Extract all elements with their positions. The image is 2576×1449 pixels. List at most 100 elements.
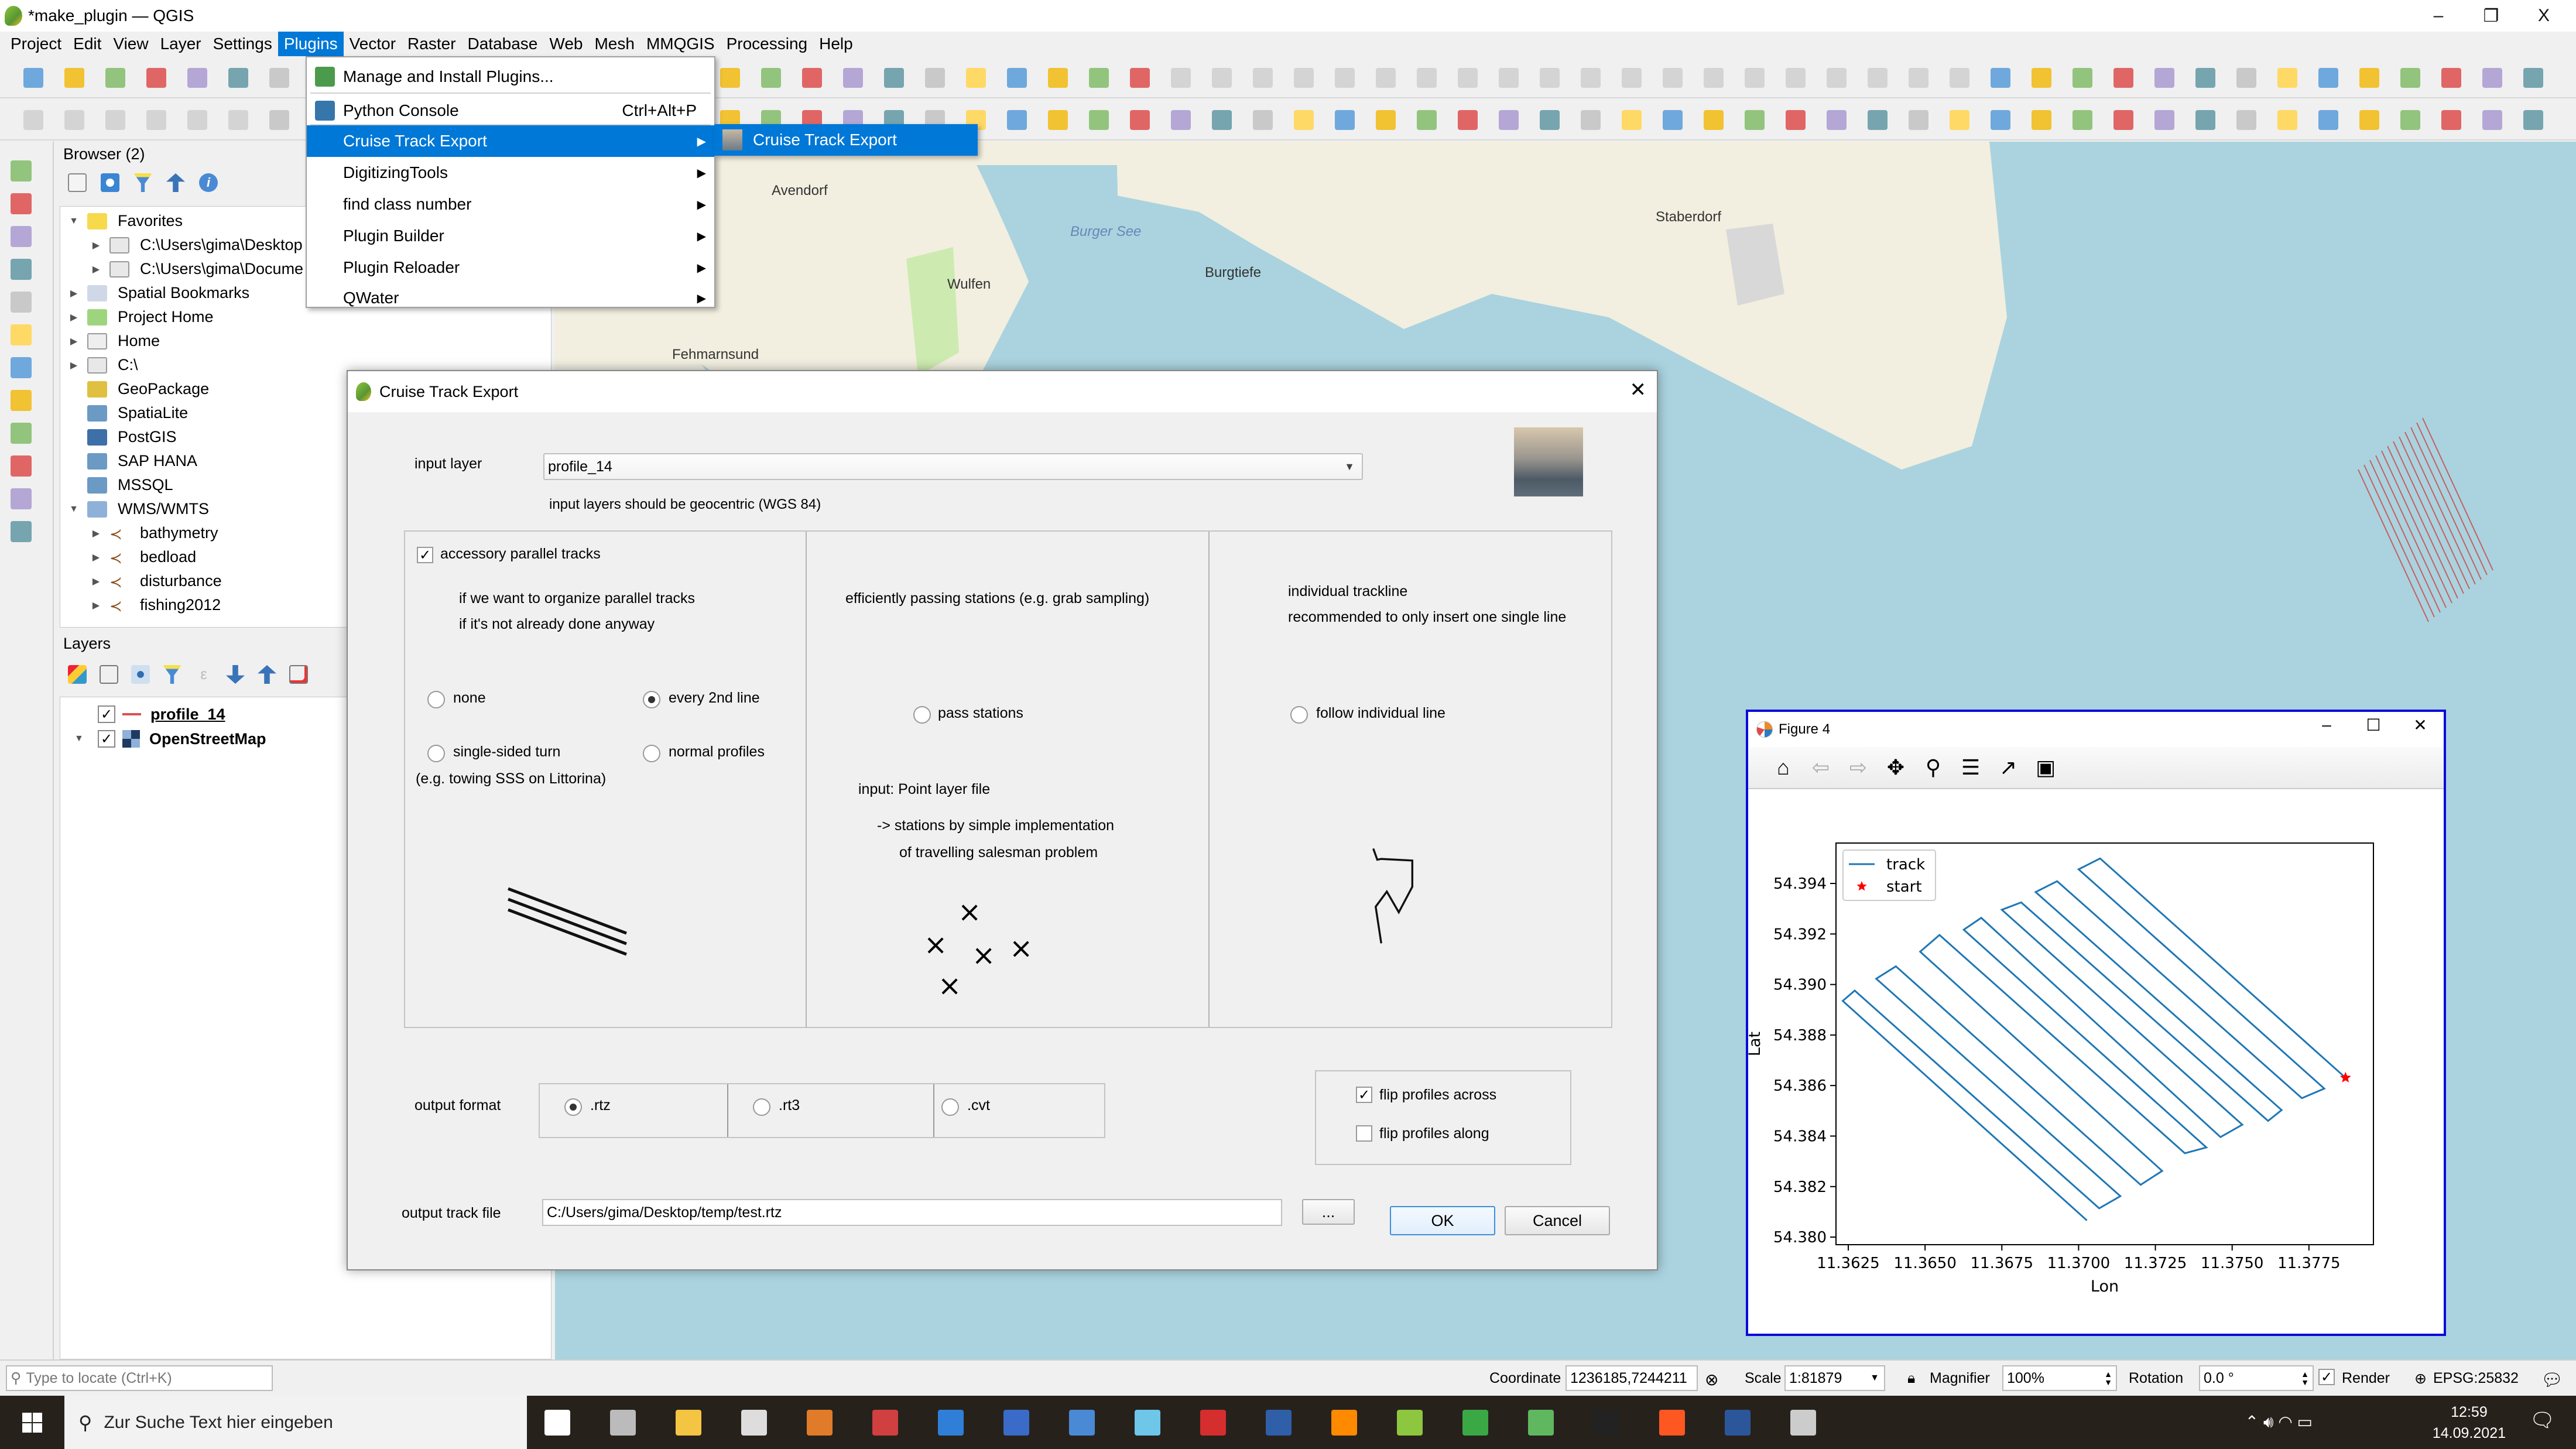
flip-across-checkbox[interactable]: ✓ [1356, 1087, 1372, 1103]
toolbar-tool-icon[interactable] [2236, 68, 2256, 88]
expression-filter-icon[interactable]: ε [194, 665, 213, 684]
toolbar-tool-icon[interactable] [1704, 110, 1724, 130]
accessory-parallel-tracks-checkbox[interactable]: ✓ [417, 547, 433, 563]
collapsed-arrow-icon[interactable]: ▶ [91, 239, 101, 251]
radio-normal-profiles[interactable] [643, 745, 660, 762]
toolbar-tool-icon[interactable] [2523, 68, 2543, 88]
back-icon[interactable]: ⇦ [1809, 755, 1832, 780]
toolbar-tool-icon[interactable] [2523, 110, 2543, 130]
toolbar-tool-icon[interactable] [228, 110, 248, 130]
add-layer-tool-icon[interactable] [11, 488, 32, 509]
taskbar-app-icon[interactable] [1069, 1410, 1095, 1436]
toolbar-tool-icon[interactable] [1048, 110, 1068, 130]
toolbar-tool-icon[interactable] [1376, 110, 1396, 130]
taskbar-search-input[interactable]: ⚲ Zur Suche Text hier eingeben [64, 1396, 527, 1449]
collapsed-arrow-icon[interactable]: ▶ [68, 311, 79, 323]
plugins-menu-item[interactable]: Plugin Builder ▶ [307, 220, 714, 252]
browser-item[interactable]: ▶ Home [68, 329, 160, 353]
toolbar-tool-icon[interactable] [1786, 68, 1806, 88]
taskbar-app-icon[interactable] [1462, 1410, 1488, 1436]
cancel-button[interactable]: Cancel [1505, 1206, 1610, 1235]
toolbar-tool-icon[interactable] [2441, 68, 2461, 88]
browser-item[interactable]: PostGIS [68, 425, 177, 449]
toolbar-tool-icon[interactable] [1991, 68, 2010, 88]
toolbar-tool-icon[interactable] [187, 68, 207, 88]
scale-combo[interactable]: 1:81879 ▼ [1784, 1365, 1885, 1391]
collapsed-arrow-icon[interactable]: ▶ [68, 359, 79, 371]
toolbar-tool-icon[interactable] [2400, 68, 2420, 88]
toolbar-tool-icon[interactable] [2359, 68, 2379, 88]
toolbar-tool-icon[interactable] [1335, 68, 1355, 88]
zoom-icon[interactable]: ⚲ [1921, 755, 1945, 780]
browser-item[interactable]: ▶ ≺ bedload [91, 545, 196, 569]
toolbar-tool-icon[interactable] [2359, 110, 2379, 130]
toolbar-tool-icon[interactable] [23, 68, 43, 88]
radio-format-rtz[interactable] [564, 1098, 582, 1116]
menu-mmqgis[interactable]: MMQGIS [640, 32, 721, 56]
layer-item[interactable]: ▼ ✓ OpenStreetMap [74, 727, 266, 751]
coordinate-field[interactable]: 1236185,7244211 [1566, 1365, 1698, 1391]
menu-view[interactable]: View [107, 32, 154, 56]
toolbar-tool-icon[interactable] [1827, 110, 1847, 130]
add-layer-tool-icon[interactable] [11, 357, 32, 378]
add-layer-tool-icon[interactable] [11, 390, 32, 411]
toolbar-tool-icon[interactable] [802, 68, 822, 88]
plugins-menu-item[interactable]: Plugin Reloader ▶ [307, 252, 714, 283]
browser-item[interactable]: SAP HANA [68, 449, 197, 473]
browser-item[interactable]: ▶ ≺ bathymetry [91, 521, 218, 545]
toolbar-tool-icon[interactable] [1581, 68, 1601, 88]
toolbar-tool-icon[interactable] [64, 110, 84, 130]
toolbar-tool-icon[interactable] [146, 68, 166, 88]
add-layer-tool-icon[interactable] [11, 521, 32, 542]
edit-curves-icon[interactable]: ↗ [1996, 755, 2020, 780]
toolbar-tool-icon[interactable] [1171, 68, 1191, 88]
toolbar-tool-icon[interactable] [1581, 110, 1601, 130]
toolbar-tool-icon[interactable] [1704, 68, 1724, 88]
add-layer-tool-icon[interactable] [11, 160, 32, 181]
toolbar-tool-icon[interactable] [1868, 68, 1888, 88]
toolbar-tool-icon[interactable] [1991, 110, 2010, 130]
toolbar-tool-icon[interactable] [2441, 110, 2461, 130]
refresh-icon[interactable] [101, 173, 119, 192]
toolbar-tool-icon[interactable] [269, 110, 289, 130]
toolbar-tool-icon[interactable] [1745, 68, 1765, 88]
toolbar-tool-icon[interactable] [1212, 110, 1232, 130]
browser-item[interactable]: ▶ ≺ disturbance [91, 569, 222, 593]
toolbar-tool-icon[interactable] [1663, 110, 1683, 130]
toolbar-tool-icon[interactable] [23, 110, 43, 130]
toolbar-tool-icon[interactable] [228, 68, 248, 88]
figure-minimize-button[interactable]: – [2309, 715, 2344, 734]
info-icon[interactable]: i [199, 173, 218, 192]
toolbar-tool-icon[interactable] [1622, 110, 1642, 130]
visibility-icon[interactable] [131, 665, 150, 684]
browser-item[interactable]: ▶ C:\Users\gima\Desktop [91, 233, 303, 257]
browser-item[interactable]: ▶ ≺ fishing2012 [91, 593, 221, 617]
browser-item[interactable]: GeoPackage [68, 377, 209, 401]
taskbar-app-icon[interactable] [1790, 1410, 1816, 1436]
toolbar-tool-icon[interactable] [1950, 110, 1969, 130]
figure-maximize-button[interactable]: ☐ [2356, 715, 2391, 735]
menu-settings[interactable]: Settings [207, 32, 278, 56]
tray-icons[interactable]: ⌃ 🔊︎ ◠ ▭ [2245, 1412, 2313, 1432]
toolbar-tool-icon[interactable] [1253, 110, 1273, 130]
toolbar-tool-icon[interactable] [2482, 110, 2502, 130]
remove-layer-icon[interactable] [289, 665, 308, 684]
save-icon[interactable]: ▣ [2034, 755, 2057, 780]
add-layer-tool-icon[interactable] [11, 259, 32, 280]
toolbar-tool-icon[interactable] [1007, 68, 1027, 88]
toolbar-tool-icon[interactable] [2032, 110, 2051, 130]
add-layer-tool-icon[interactable] [11, 226, 32, 247]
menu-edit[interactable]: Edit [67, 32, 107, 56]
menu-plugins[interactable]: Plugins [278, 32, 344, 56]
render-checkbox[interactable]: ✓ [2318, 1369, 2335, 1385]
menu-layer[interactable]: Layer [155, 32, 207, 56]
collapsed-arrow-icon[interactable]: ▶ [91, 600, 101, 611]
restore-button[interactable]: ❐ [2465, 0, 2517, 32]
menu-help[interactable]: Help [813, 32, 859, 56]
toolbar-tool-icon[interactable] [2482, 68, 2502, 88]
plugins-menu-item[interactable]: DigitizingTools ▶ [307, 157, 714, 189]
filter-icon[interactable] [133, 173, 152, 192]
collapsed-arrow-icon[interactable]: ▶ [68, 335, 79, 347]
taskbar-app-icon[interactable] [1200, 1410, 1226, 1436]
toolbar-tool-icon[interactable] [1540, 110, 1560, 130]
